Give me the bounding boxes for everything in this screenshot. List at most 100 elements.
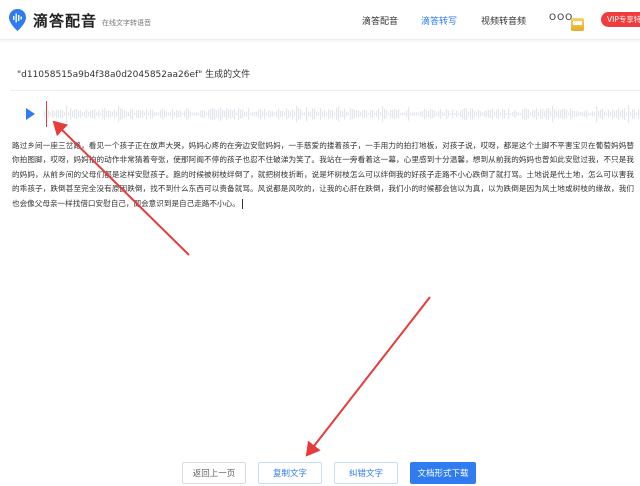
wave-bar xyxy=(590,112,592,116)
wave-bar xyxy=(604,111,606,117)
wave-bar xyxy=(110,110,112,118)
wave-bar xyxy=(218,109,220,119)
wave-bar xyxy=(258,110,260,118)
back-button[interactable]: 返回上一页 xyxy=(182,462,246,484)
wave-bar xyxy=(72,110,74,118)
brand-tagline: 在线文字转语音 xyxy=(102,19,152,27)
wave-bar xyxy=(414,112,416,116)
wave-bar xyxy=(248,108,250,120)
audio-waveform[interactable] xyxy=(44,103,640,125)
wave-bar xyxy=(90,110,92,118)
wave-bar xyxy=(62,110,64,118)
wave-bar xyxy=(626,112,628,116)
wave-bar xyxy=(204,110,206,118)
wave-bar xyxy=(50,112,52,116)
wave-bar xyxy=(338,106,340,122)
wave-bar xyxy=(448,111,450,117)
wave-bar xyxy=(538,111,540,117)
wave-bar xyxy=(298,108,300,120)
wave-bar xyxy=(354,110,356,118)
wave-bar xyxy=(484,111,486,117)
wave-bar xyxy=(300,108,302,120)
vip-badge[interactable]: VIP专享特 xyxy=(601,12,640,27)
wave-bar xyxy=(226,108,228,120)
wave-bar xyxy=(464,108,466,120)
wave-bar xyxy=(352,108,354,120)
wave-bar xyxy=(202,110,204,118)
arrow-to-copy-button xyxy=(305,296,431,457)
wave-bar xyxy=(470,108,472,120)
wave-bar xyxy=(208,109,210,119)
wave-bar xyxy=(58,110,60,118)
wave-bar xyxy=(102,109,104,119)
voice-wave-logo-icon xyxy=(8,8,27,32)
wave-bar xyxy=(210,108,212,120)
wave-bar xyxy=(422,110,424,118)
wave-bar xyxy=(78,110,80,118)
wave-bar xyxy=(622,109,624,119)
nav-video-to-audio[interactable]: 视频转音频 xyxy=(481,14,526,27)
wave-bar xyxy=(404,112,406,116)
wave-bar xyxy=(568,112,570,116)
wave-bar xyxy=(228,109,230,119)
wave-bar xyxy=(166,111,168,117)
transcript-text[interactable]: 路过乡间一座三岔路，看见一个孩子正在放声大哭，妈妈心疼的在旁边安慰妈妈，一手慈爱… xyxy=(12,139,634,211)
wave-bar xyxy=(328,108,330,120)
wave-bar xyxy=(454,112,456,116)
wave-bar xyxy=(198,112,200,116)
wave-bar xyxy=(624,108,626,120)
wave-bar xyxy=(564,108,566,120)
wave-bar xyxy=(388,112,390,116)
wave-bar xyxy=(240,109,242,119)
wave-bar xyxy=(234,108,236,120)
wave-bar xyxy=(134,112,136,116)
wave-bar xyxy=(372,109,374,119)
wave-bar xyxy=(468,111,470,117)
nav-dida-transcribe[interactable]: 滴答转写 xyxy=(421,14,457,27)
wave-bar xyxy=(608,109,610,119)
wave-bar xyxy=(296,105,298,123)
wave-bar xyxy=(158,112,160,116)
wave-bar xyxy=(318,112,320,116)
playhead-marker[interactable] xyxy=(46,101,47,127)
wave-bar xyxy=(578,111,580,117)
play-icon[interactable] xyxy=(26,108,35,120)
wave-bar xyxy=(156,112,158,116)
wave-bar xyxy=(136,110,138,118)
wave-bar xyxy=(332,109,334,119)
wave-bar xyxy=(132,108,134,120)
wave-bar xyxy=(178,110,180,118)
wave-bar xyxy=(630,111,632,117)
correct-text-button[interactable]: 纠错文字 xyxy=(334,462,398,484)
wave-bar xyxy=(154,111,156,117)
nav-dida-dubbing[interactable]: 滴答配音 xyxy=(362,14,398,27)
wave-bar xyxy=(250,112,252,116)
wave-bar xyxy=(246,111,248,117)
wave-bar xyxy=(92,109,94,119)
wave-bar xyxy=(106,110,108,118)
wave-bar xyxy=(380,112,382,116)
wave-bar xyxy=(312,108,314,120)
wave-bar xyxy=(530,112,532,116)
user-avatar-icon[interactable] xyxy=(571,18,584,31)
wave-bar xyxy=(94,109,96,119)
wave-bar xyxy=(130,109,132,119)
wave-bar xyxy=(598,110,600,118)
copy-text-button[interactable]: 复制文字 xyxy=(258,462,322,484)
wave-bar xyxy=(122,109,124,119)
wave-bar xyxy=(186,108,188,120)
wave-bar xyxy=(144,112,146,116)
wave-bar xyxy=(460,110,462,118)
brand-logo[interactable]: 滴答配音 在线文字转语音 xyxy=(8,8,151,32)
wave-bar xyxy=(86,109,88,119)
wave-bar xyxy=(374,112,376,116)
wave-bar xyxy=(126,111,128,117)
download-document-button[interactable]: 文档形式下载 xyxy=(410,462,476,484)
wave-bar xyxy=(76,109,78,119)
wave-bar xyxy=(412,112,414,116)
wave-bar xyxy=(124,110,126,118)
user-name[interactable]: OOO xyxy=(549,13,573,23)
wave-bar xyxy=(440,109,442,119)
wave-bar xyxy=(212,107,214,121)
wave-bar xyxy=(200,110,202,118)
